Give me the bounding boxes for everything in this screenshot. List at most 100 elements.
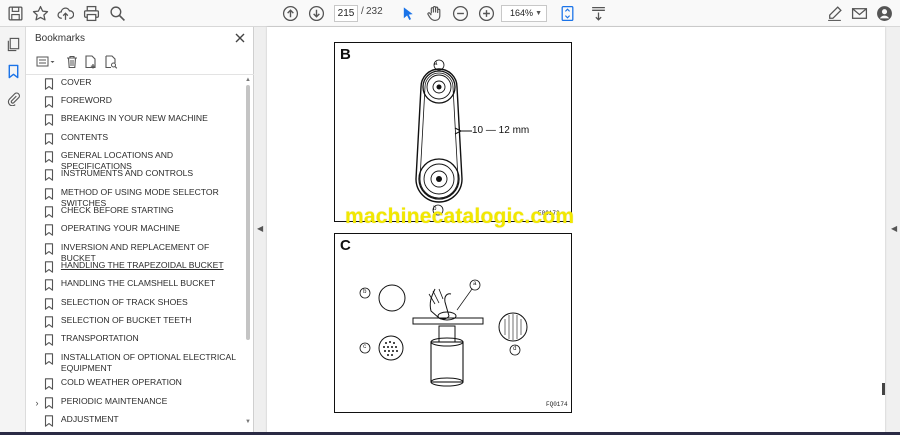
hand-tool-icon[interactable] — [423, 3, 445, 24]
bookmark-icon — [44, 333, 54, 346]
new-bookmark-icon[interactable] — [83, 54, 99, 70]
bookmark-item[interactable]: CONTENTS — [26, 132, 244, 145]
collapse-left-arrow-icon[interactable]: ◀ — [257, 224, 263, 233]
belt-drawing — [415, 59, 472, 216]
find-bookmark-icon[interactable] — [103, 54, 119, 70]
fit-page-icon[interactable] — [556, 3, 578, 24]
bookmark-item[interactable]: › PERIODIC MAINTENANCE — [26, 396, 244, 409]
bookmark-label: HANDLING THE TRAPEZOIDAL BUCKET — [60, 260, 224, 270]
main-toolbar: 215 / 232 164% ▼ — [0, 0, 900, 27]
scroll-mode-icon[interactable] — [587, 3, 609, 24]
document-scroll-thumb[interactable] — [882, 383, 885, 395]
bookmark-item[interactable]: HANDLING THE CLAMSHELL BUCKET — [26, 278, 244, 291]
bookmark-label: INSTRUMENTS AND CONTROLS — [60, 168, 194, 178]
callout-d: d — [513, 345, 517, 352]
bookmark-icon — [44, 352, 54, 365]
bookmark-item[interactable]: ADJUSTMENT — [26, 414, 244, 427]
bookmark-icon — [44, 205, 54, 218]
expand-chevron-icon — [32, 244, 42, 254]
scroll-down-arrow-icon[interactable]: ▼ — [245, 419, 251, 425]
scroll-up-arrow-icon[interactable]: ▲ — [245, 77, 251, 83]
document-page: B a b 10 — 12 mm E00173 C b c d a FQ0174… — [267, 27, 885, 435]
bookmark-item[interactable]: CHECK BEFORE STARTING — [26, 205, 244, 218]
options-menu-icon[interactable] — [35, 54, 57, 70]
close-icon[interactable] — [233, 31, 247, 45]
bookmark-label: SELECTION OF TRACK SHOES — [60, 297, 188, 307]
bookmark-item[interactable]: INSTALLATION OF OPTIONAL ELECTRICAL EQUI… — [26, 352, 244, 374]
upload-cloud-icon[interactable] — [54, 3, 76, 24]
save-icon[interactable] — [4, 3, 26, 24]
bookmark-item[interactable]: COVER — [26, 77, 244, 90]
page-number-input[interactable]: 215 — [334, 5, 358, 22]
zoom-out-icon[interactable] — [449, 3, 471, 24]
bookmark-label: TRANSPORTATION — [60, 333, 139, 343]
callout-b-c: b — [363, 288, 367, 295]
print-icon[interactable] — [80, 3, 102, 24]
bookmark-icon — [44, 260, 54, 273]
bookmark-label: CHECK BEFORE STARTING — [60, 205, 174, 215]
side-rail — [0, 27, 26, 435]
page-thumbnails-icon[interactable] — [3, 34, 23, 54]
expand-chevron-icon — [32, 280, 42, 290]
expand-chevron-icon — [32, 379, 42, 389]
email-icon[interactable] — [848, 3, 870, 24]
next-page-icon[interactable] — [305, 3, 327, 24]
figure-c-code: FQ0174 — [546, 401, 568, 408]
expand-chevron-icon — [32, 262, 42, 272]
expand-chevron-icon — [32, 416, 42, 426]
expand-chevron-icon — [32, 207, 42, 217]
bookmark-panel-icon[interactable] — [3, 61, 23, 81]
zoom-level-select[interactable]: 164% ▼ — [501, 5, 547, 22]
star-icon[interactable] — [29, 3, 51, 24]
bookmark-item[interactable]: SELECTION OF BUCKET TEETH — [26, 315, 244, 328]
sign-pen-icon[interactable] — [823, 3, 845, 24]
collapse-right-arrow-icon[interactable]: ◀ — [891, 224, 897, 233]
select-cursor-icon[interactable] — [397, 3, 419, 24]
attachment-paperclip-icon[interactable] — [3, 88, 23, 108]
bookmark-item[interactable]: SELECTION OF TRACK SHOES — [26, 297, 244, 310]
bookmark-item[interactable]: COLD WEATHER OPERATION — [26, 377, 244, 390]
expand-chevron-icon — [32, 354, 42, 364]
bookmark-icon — [44, 315, 54, 328]
zoom-search-icon[interactable] — [106, 3, 128, 24]
expand-chevron-icon — [32, 189, 42, 199]
bookmark-item[interactable]: BREAKING IN YOUR NEW MACHINE — [26, 113, 244, 126]
bookmark-item[interactable]: HANDLING THE TRAPEZOIDAL BUCKET — [26, 260, 244, 273]
bookmarks-panel: Bookmarks COVER FOREWORD BREAKING IN YOUR … — [26, 27, 254, 435]
bookmark-label: CONTENTS — [60, 132, 109, 142]
callout-a: a — [434, 60, 438, 67]
account-avatar-icon[interactable] — [873, 3, 895, 24]
zoom-in-icon[interactable] — [475, 3, 497, 24]
bookmark-icon — [44, 278, 54, 291]
bookmark-label: HANDLING THE CLAMSHELL BUCKET — [60, 278, 216, 288]
expand-chevron-icon — [32, 317, 42, 327]
bookmark-label: OPERATING YOUR MACHINE — [60, 223, 180, 233]
callout-c: c — [363, 343, 367, 350]
bookmark-icon — [44, 95, 54, 108]
expand-chevron-icon[interactable]: › — [32, 398, 42, 408]
bookmark-icon — [44, 223, 54, 236]
scroll-thumb[interactable] — [246, 85, 250, 340]
bookmark-item[interactable]: FOREWORD — [26, 95, 244, 108]
page-separator: / — [361, 6, 364, 17]
bookmark-item[interactable]: OPERATING YOUR MACHINE — [26, 223, 244, 236]
bookmark-item[interactable]: TRANSPORTATION — [26, 333, 244, 346]
watermark-text: machinecatalogic.com — [345, 205, 575, 228]
pdf-viewer: 215 / 232 164% ▼ Bookmarks COVER FOREWOR… — [0, 0, 900, 435]
chevron-down-icon: ▼ — [535, 10, 542, 17]
figure-c: C b c d a FQ0174 — [334, 233, 572, 413]
bookmark-icon — [44, 77, 54, 90]
bookmarks-scrollbar[interactable]: ▲ ▼ — [245, 77, 251, 427]
expand-chevron-icon — [32, 225, 42, 235]
document-viewport[interactable]: B a b 10 — 12 mm E00173 C b c d a FQ0174… — [255, 27, 885, 435]
filter-drawing — [359, 279, 528, 387]
previous-page-icon[interactable] — [279, 3, 301, 24]
bookmark-item[interactable]: INSTRUMENTS AND CONTROLS — [26, 168, 244, 181]
bookmark-label: BREAKING IN YOUR NEW MACHINE — [60, 113, 208, 123]
bookmark-label: INSTALLATION OF OPTIONAL ELECTRICAL EQUI… — [60, 352, 236, 373]
bookmark-icon — [44, 414, 54, 427]
bookmark-label: COLD WEATHER OPERATION — [60, 377, 182, 387]
bookmark-icon — [44, 150, 54, 163]
expand-chevron-icon — [32, 115, 42, 125]
delete-trash-icon[interactable] — [64, 54, 80, 70]
